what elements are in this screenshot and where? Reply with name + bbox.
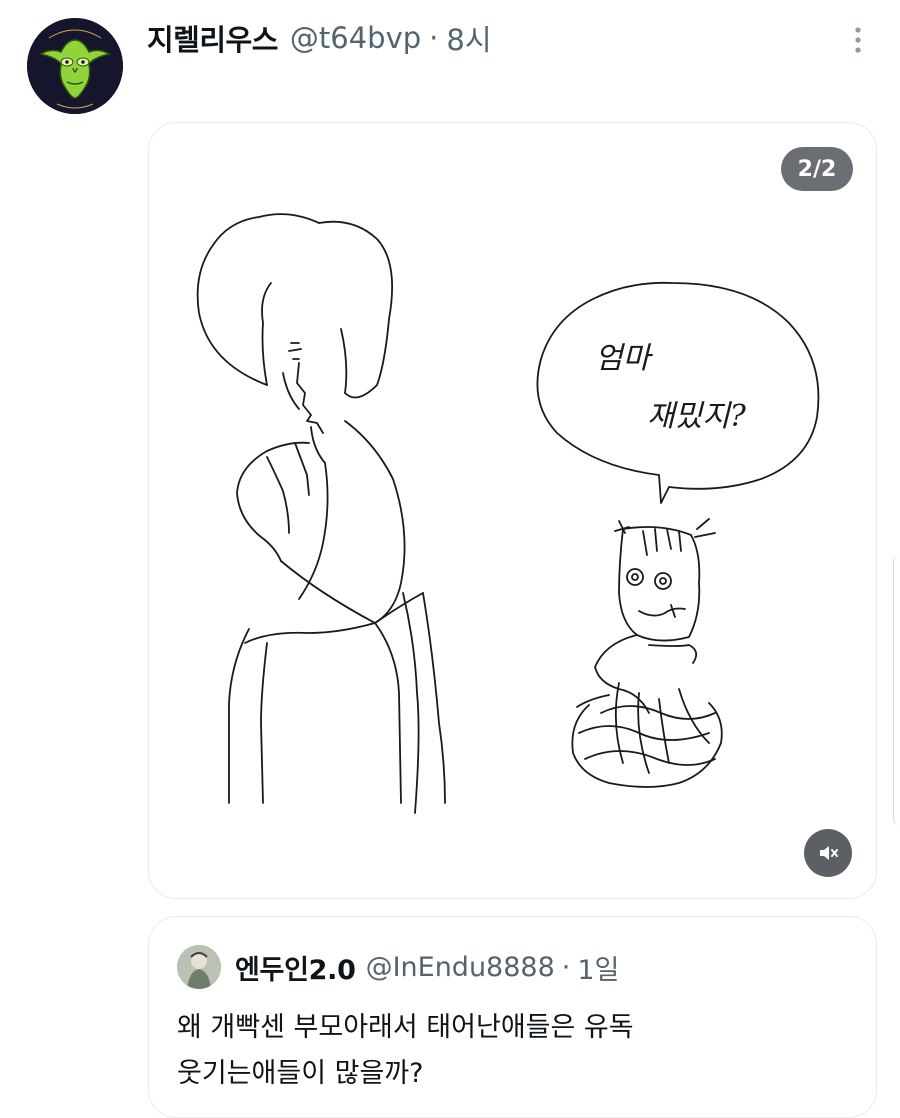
scrollbar-track[interactable]: [893, 555, 900, 825]
user-handle[interactable]: @t64bvp: [290, 21, 421, 55]
tweet-time[interactable]: 8시: [446, 17, 491, 59]
speech-line-1: 엄마: [595, 341, 651, 376]
display-name[interactable]: 지렐리우스: [147, 17, 278, 59]
vertical-dots-icon: [855, 27, 861, 53]
goblin-face-icon: [27, 18, 123, 114]
quoted-text-line-2: 웃기는애들이 많을까?: [177, 1058, 424, 1089]
more-options-button[interactable]: [846, 22, 870, 58]
quoted-tweet-card[interactable]: 엔두인2.0 @InEndu8888 · 1일 왜 개빡센 부모아래서 태어난애…: [148, 916, 877, 1118]
quoted-text-line-1: 왜 개빡센 부모아래서 태어난애들은 유독: [177, 1012, 634, 1043]
figurine-avatar-icon: [177, 945, 221, 989]
quoted-display-name[interactable]: 엔두인2.0: [235, 948, 356, 987]
mute-button[interactable]: [804, 829, 852, 877]
quoted-tweet-header: 엔두인2.0 @InEndu8888 · 1일: [177, 945, 619, 989]
media-card[interactable]: 엄마 재밌지? 2/2: [148, 122, 877, 899]
sketch-drawing: [196, 213, 820, 814]
media-counter-badge: 2/2: [781, 147, 853, 191]
quoted-avatar[interactable]: [177, 945, 221, 989]
tweet-header: 지렐리우스 @t64bvp · 8시: [147, 18, 492, 58]
speaker-mute-icon: [820, 846, 838, 860]
avatar[interactable]: [27, 18, 123, 114]
quoted-separator-dot: ·: [561, 951, 571, 983]
speech-line-2: 재밌지?: [647, 399, 746, 434]
quoted-tweet-text: 왜 개빡센 부모아래서 태어난애들은 유독 웃기는애들이 많을까?: [177, 1005, 857, 1097]
quoted-user-handle[interactable]: @InEndu8888: [366, 952, 555, 983]
quoted-tweet-time[interactable]: 1일: [577, 948, 619, 987]
separator-dot: ·: [429, 21, 439, 55]
